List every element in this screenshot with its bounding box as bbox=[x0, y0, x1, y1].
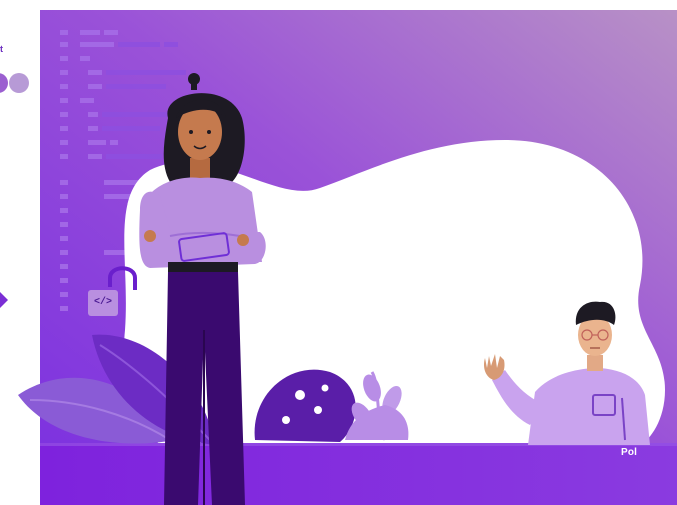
floor bbox=[40, 443, 677, 505]
edge-fragment-text: t bbox=[0, 44, 3, 54]
edge-circle-light bbox=[9, 73, 29, 93]
noor-name-label: Noor bbox=[276, 213, 301, 224]
pol-name-label: Pol bbox=[621, 447, 638, 458]
edge-circle-dark bbox=[0, 73, 8, 93]
illustration-scene bbox=[0, 10, 677, 505]
chevron-right-icon bbox=[0, 292, 8, 308]
code-tag-text: </> bbox=[93, 297, 112, 308]
edge-decor bbox=[0, 73, 29, 308]
